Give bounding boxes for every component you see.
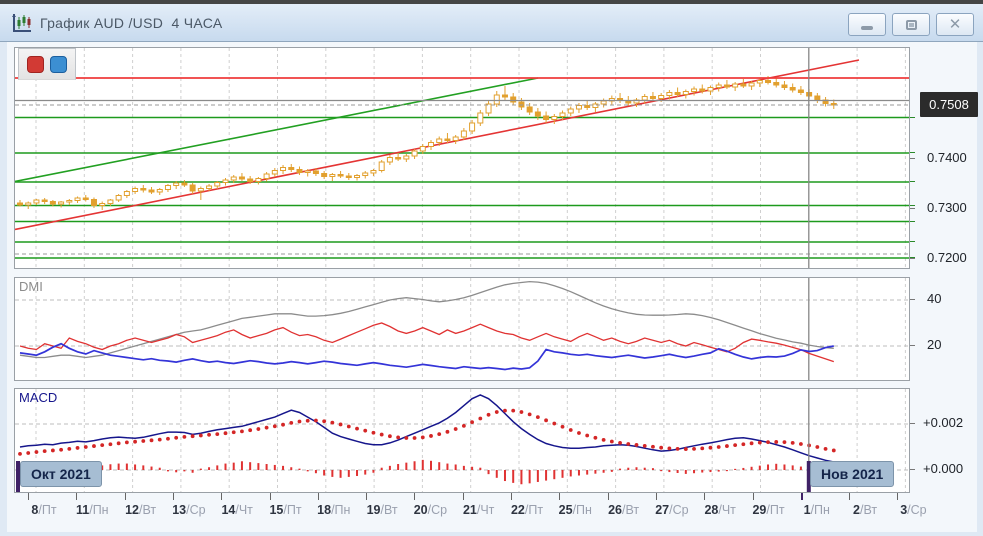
chart-toolbar bbox=[18, 48, 76, 80]
x-axis-label: 13/Ср bbox=[163, 503, 215, 517]
dmi-panel: DMI bbox=[14, 277, 910, 381]
candlestick-chart-icon bbox=[11, 12, 33, 34]
x-axis-label: 26/Вт bbox=[598, 503, 650, 517]
time-axis-tick bbox=[366, 493, 367, 500]
axis-tick bbox=[910, 257, 915, 258]
month-badge-october: Окт 2021 bbox=[20, 461, 102, 487]
axis-tick bbox=[910, 258, 915, 259]
x-axis-label: 20/Ср bbox=[404, 503, 456, 517]
price-axis-label: 0.7300 bbox=[927, 200, 967, 215]
x-axis-label: 19/Вт bbox=[356, 503, 408, 517]
time-axis-tick bbox=[511, 493, 512, 500]
minimize-button[interactable] bbox=[848, 13, 886, 36]
time-axis-tick bbox=[463, 493, 464, 500]
macd-indicator-label: MACD bbox=[19, 390, 57, 405]
time-axis-tick bbox=[125, 493, 126, 500]
x-axis-label: 18/Пн bbox=[308, 503, 360, 517]
axis-tick bbox=[910, 345, 915, 346]
x-axis-label: 21/Чт bbox=[453, 503, 505, 517]
price-axis-label: 0.7400 bbox=[927, 150, 967, 165]
time-axis-tick bbox=[76, 493, 77, 500]
axis-tick bbox=[910, 469, 915, 470]
x-axis-label: 12/Вт bbox=[115, 503, 167, 517]
time-axis-tick bbox=[28, 493, 29, 500]
macd-axis-label: +0.002 bbox=[923, 415, 963, 430]
x-axis-label: 11/Пн bbox=[66, 503, 118, 517]
axis-tick bbox=[910, 241, 915, 242]
axis-tick bbox=[910, 221, 915, 222]
time-axis-tick bbox=[559, 493, 560, 500]
time-axis-tick bbox=[270, 493, 271, 500]
x-axis-label: 3/Ср bbox=[887, 503, 939, 517]
macd-axis-label: +0.000 bbox=[923, 461, 963, 476]
price-axis: 0.7508 0.7400 0.7300 0.7200 40 20 +0.002 +0.00… bbox=[910, 42, 977, 532]
axis-tick bbox=[910, 423, 915, 424]
close-icon: ✕ bbox=[949, 17, 962, 32]
price-axis-label: 0.7200 bbox=[927, 250, 967, 265]
time-axis-tick bbox=[849, 493, 850, 500]
blue-marker-button[interactable] bbox=[50, 56, 67, 73]
restore-button[interactable] bbox=[892, 13, 930, 36]
price-chart-panel bbox=[14, 47, 910, 269]
dmi-axis-label: 40 bbox=[927, 291, 941, 306]
time-axis-tick bbox=[221, 493, 222, 500]
axis-tick bbox=[910, 181, 915, 182]
dmi-chart[interactable] bbox=[15, 278, 909, 380]
time-axis-tick bbox=[608, 493, 609, 500]
x-axis-label: 25/Пн bbox=[549, 503, 601, 517]
axis-tick bbox=[910, 158, 915, 159]
x-axis-label: 29/Пт bbox=[743, 503, 795, 517]
x-axis-label: 2/Вт bbox=[839, 503, 891, 517]
x-axis-label: 27/Ср bbox=[646, 503, 698, 517]
time-axis-tick bbox=[414, 493, 415, 500]
time-axis-tick bbox=[656, 493, 657, 500]
x-axis-label: 28/Чт bbox=[694, 503, 746, 517]
time-axis: 8/Пт11/Пн12/Вт13/Ср14/Чт15/Пт18/Пн19/Вт2… bbox=[14, 493, 977, 529]
time-axis-tick bbox=[753, 493, 754, 500]
current-price-badge: 0.7508 bbox=[920, 92, 978, 117]
axis-tick bbox=[910, 205, 915, 206]
axis-tick bbox=[910, 117, 915, 118]
candlestick-chart[interactable] bbox=[15, 48, 909, 268]
month-badge-november: Нов 2021 bbox=[810, 461, 894, 487]
dmi-indicator-label: DMI bbox=[19, 279, 43, 294]
window-controls: ✕ bbox=[848, 13, 974, 36]
axis-tick bbox=[910, 152, 915, 153]
axis-tick bbox=[910, 208, 915, 209]
dmi-axis-label: 20 bbox=[927, 337, 941, 352]
time-axis-tick bbox=[704, 493, 705, 500]
title-bar: График AUD /USD 4 ЧАСА ✕ bbox=[0, 4, 983, 42]
time-axis-tick bbox=[897, 493, 898, 500]
x-axis-label: 1/Пн bbox=[791, 503, 843, 517]
x-axis-label: 22/Пт bbox=[501, 503, 553, 517]
minimize-icon bbox=[861, 26, 873, 30]
time-axis-tick bbox=[318, 493, 319, 500]
restore-icon bbox=[906, 20, 917, 30]
x-axis-label: 8/Пт bbox=[18, 503, 70, 517]
axis-tick bbox=[910, 299, 915, 300]
close-button[interactable]: ✕ bbox=[936, 13, 974, 36]
chart-client-area: DMI MACD Окт 2021 Нов 2021 0.7508 0.7400… bbox=[7, 42, 977, 532]
macd-panel: MACD bbox=[14, 388, 910, 493]
red-marker-button[interactable] bbox=[27, 56, 44, 73]
x-axis-label: 15/Пт bbox=[260, 503, 312, 517]
macd-chart[interactable] bbox=[15, 389, 909, 492]
time-axis-tick bbox=[173, 493, 174, 500]
chart-window: График AUD /USD 4 ЧАСА ✕ DMI MACD Окт 20… bbox=[0, 0, 983, 536]
x-axis-label: 14/Чт bbox=[211, 503, 263, 517]
window-title: График AUD /USD 4 ЧАСА bbox=[40, 15, 222, 31]
time-axis-tick bbox=[801, 493, 803, 500]
